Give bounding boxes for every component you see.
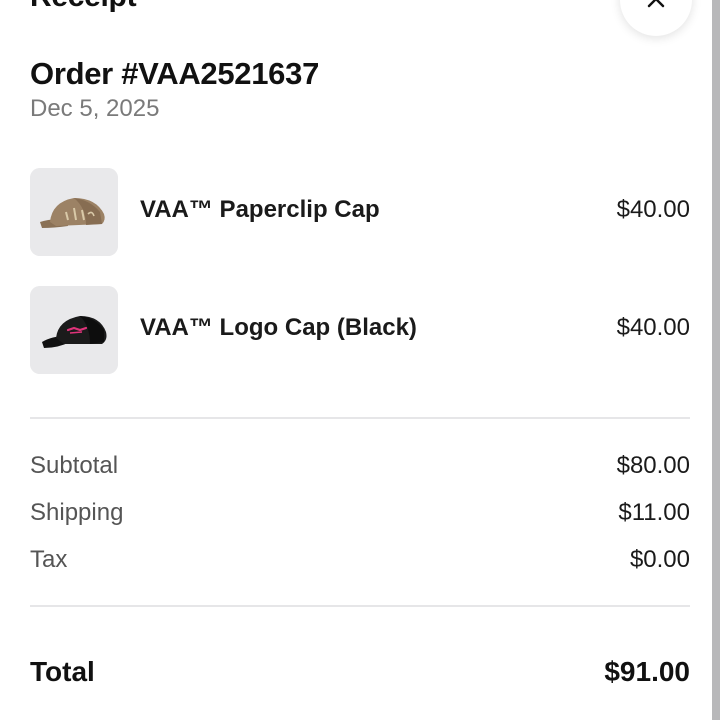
- order-title: Order #VAA2521637: [30, 56, 320, 91]
- tax-row: Tax $0.00: [30, 546, 690, 578]
- total-label: Total: [30, 656, 95, 687]
- total-value: $91.00: [604, 656, 690, 687]
- list-item[interactable]: VAA™ Paperclip Cap $40.00: [30, 168, 690, 256]
- sheet-title: Receipt: [30, 0, 137, 14]
- product-thumbnail: [30, 168, 118, 256]
- tax-value: $0.00: [629, 546, 690, 573]
- scroll-edge: [712, 0, 720, 720]
- item-price: $40.00: [616, 314, 690, 341]
- item-price: $40.00: [616, 196, 690, 223]
- receipt-sheet: Receipt Order #VAA2521637 Dec 5, 2025 VA…: [0, 0, 720, 720]
- shipping-label: Shipping: [30, 499, 124, 526]
- shipping-row: Shipping $11.00: [30, 499, 690, 531]
- item-name: VAA™ Paperclip Cap: [140, 196, 380, 223]
- tan-cap-image: [30, 168, 118, 256]
- item-name: VAA™ Logo Cap (Black): [140, 314, 417, 341]
- close-button[interactable]: [620, 0, 692, 36]
- product-thumbnail: [30, 286, 118, 374]
- divider: [30, 605, 690, 607]
- order-date: Dec 5, 2025: [30, 95, 160, 122]
- total-row: Total $91.00: [30, 656, 690, 692]
- divider: [30, 417, 690, 419]
- shipping-value: $11.00: [618, 499, 690, 526]
- subtotal-label: Subtotal: [30, 452, 119, 479]
- list-item[interactable]: VAA™ Logo Cap (Black) $40.00: [30, 286, 690, 374]
- subtotal-row: Subtotal $80.00: [30, 452, 690, 484]
- subtotal-value: $80.00: [616, 452, 690, 479]
- close-icon: [647, 0, 665, 8]
- tax-label: Tax: [30, 546, 68, 573]
- black-cap-image: [30, 286, 118, 374]
